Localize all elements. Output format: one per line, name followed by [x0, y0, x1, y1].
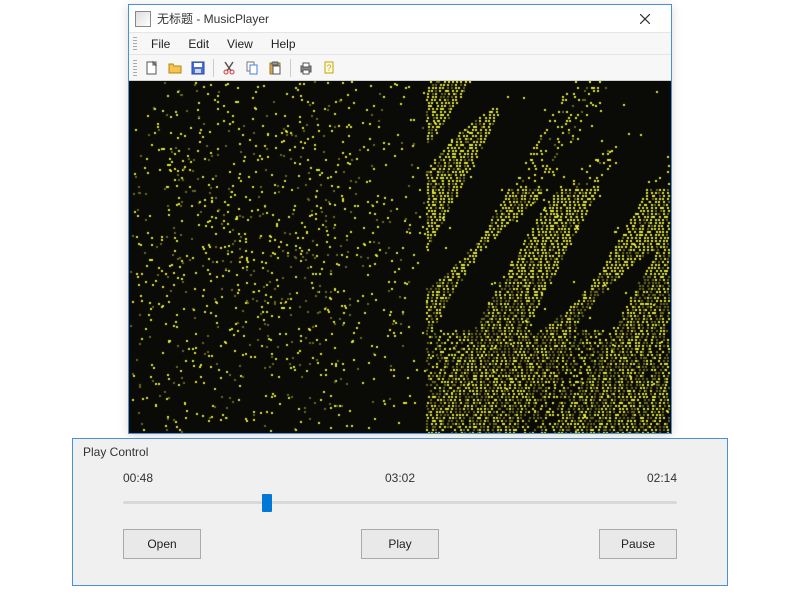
toolbar-grip-icon	[133, 60, 137, 76]
menu-file[interactable]: File	[143, 35, 178, 53]
play-button[interactable]: Play	[361, 529, 439, 559]
toolbar-print[interactable]	[296, 58, 316, 78]
time-elapsed: 00:48	[123, 471, 153, 485]
progress-slider[interactable]	[123, 493, 677, 511]
toolbar-paste[interactable]	[265, 58, 285, 78]
print-icon	[298, 60, 314, 76]
time-row: 00:48 03:02 02:14	[83, 471, 717, 485]
toolbar-separator-icon	[213, 59, 214, 77]
toolbar-new[interactable]	[142, 58, 162, 78]
toolbar-open[interactable]	[165, 58, 185, 78]
menu-edit[interactable]: Edit	[180, 35, 217, 53]
copy-icon	[244, 60, 260, 76]
toolbar: ?	[129, 55, 671, 81]
play-button-row: Open Play Pause	[83, 529, 717, 559]
play-control-panel: Play Control 00:48 03:02 02:14 Open Play…	[72, 438, 728, 586]
slider-thumb[interactable]	[262, 494, 272, 512]
slider-track	[123, 501, 677, 504]
close-button[interactable]	[625, 8, 665, 30]
menu-help[interactable]: Help	[263, 35, 304, 53]
main-window: 无标题 - MusicPlayer File Edit View Help	[128, 4, 672, 434]
play-control-title: Play Control	[83, 445, 717, 459]
menubar: File Edit View Help	[129, 33, 671, 55]
toolbar-copy[interactable]	[242, 58, 262, 78]
titlebar[interactable]: 无标题 - MusicPlayer	[129, 5, 671, 33]
open-folder-icon	[167, 60, 183, 76]
menubar-grip-icon	[133, 37, 137, 51]
pause-button[interactable]: Pause	[599, 529, 677, 559]
save-icon	[190, 60, 206, 76]
toolbar-help[interactable]: ?	[319, 58, 339, 78]
visualizer	[129, 81, 671, 433]
close-icon	[640, 14, 650, 24]
menu-view[interactable]: View	[219, 35, 261, 53]
open-button[interactable]: Open	[123, 529, 201, 559]
help-icon: ?	[321, 60, 337, 76]
app-icon	[135, 11, 151, 27]
paste-icon	[267, 60, 283, 76]
toolbar-save[interactable]	[188, 58, 208, 78]
window-title: 无标题 - MusicPlayer	[157, 10, 269, 27]
toolbar-cut[interactable]	[219, 58, 239, 78]
time-total: 03:02	[385, 471, 415, 485]
toolbar-separator-icon	[290, 59, 291, 77]
new-file-icon	[144, 60, 160, 76]
time-remaining: 02:14	[647, 471, 677, 485]
cut-icon	[221, 60, 237, 76]
svg-text:?: ?	[326, 63, 331, 73]
